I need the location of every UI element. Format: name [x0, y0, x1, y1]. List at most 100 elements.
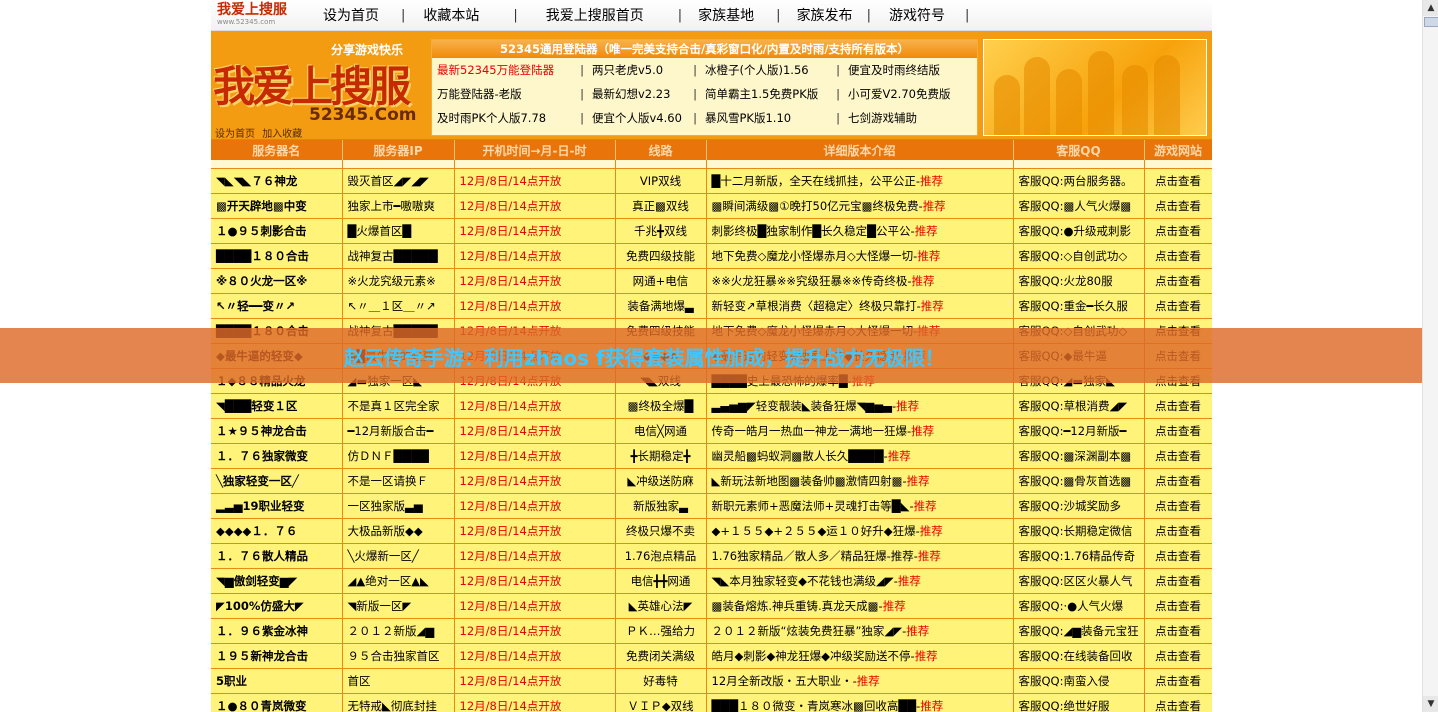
version-intro[interactable]: ◣新玩法新地图▩装备帅▩激情四射▩-推荐	[706, 468, 1014, 494]
version-intro[interactable]: █十二月新版，全天在线抓挂，公平公正-推荐	[706, 168, 1014, 194]
server-name[interactable]: ████１８０合击	[211, 243, 343, 269]
version-intro[interactable]: ▩装备熔炼.神兵重铸.真龙天成▩-推荐	[706, 593, 1014, 619]
server-name[interactable]: 5职业	[211, 668, 343, 694]
game-site-link[interactable]: 点击查看	[1144, 618, 1212, 644]
game-site-link[interactable]: 点击查看	[1144, 268, 1212, 294]
login-tool-link[interactable]: 便宜及时雨终结版	[843, 62, 940, 78]
server-name[interactable]: １★９５神龙合击	[211, 418, 343, 444]
server-name[interactable]: ※８０火龙一区※	[211, 268, 343, 294]
server-name[interactable]: ◥▆傲剑轻变▆◤	[211, 568, 343, 594]
scrollbar-thumb[interactable]	[1424, 17, 1438, 27]
version-intro[interactable]: ※※火龙狂暴※※究级狂暴※※传奇终极-推荐	[706, 268, 1014, 294]
version-intro[interactable]: ◥◣本月独家轻变◆不花钱也满级◢◤-推荐	[706, 568, 1014, 594]
version-intro[interactable]: ２０１２新版“炫装免费狂暴”独家◢◤-推荐	[706, 618, 1014, 644]
game-site-link[interactable]: 点击查看	[1144, 643, 1212, 669]
support-qq: 客服QQ:◢▆装备元宝狂	[1013, 618, 1145, 644]
scroll-down-arrow-icon[interactable]: ▼	[1423, 696, 1438, 712]
network-line: 网通+电信	[615, 268, 707, 294]
server-name[interactable]: １●８０青岚微变	[211, 693, 343, 712]
version-intro[interactable]: 皓月◆刺影◆神龙狂爆◆冲级奖励送不停-推荐	[706, 643, 1014, 669]
game-site-link[interactable]: 点击查看	[1144, 693, 1212, 712]
login-tool-link[interactable]: 简单霸主1.5免费PK版	[700, 86, 833, 102]
version-intro[interactable]: ▃▄▅▆◤轻变靓装◣装备狂爆◥▆▅▄-推荐	[706, 393, 1014, 419]
login-tool-link[interactable]: 两只老虎v5.0	[587, 62, 690, 78]
version-intro-text: ◣新玩法新地图▩装备帅▩激情四射▩-	[711, 474, 907, 488]
login-tool-link[interactable]: 最新52345万能登陆器	[432, 62, 577, 78]
game-site-link[interactable]: 点击查看	[1144, 418, 1212, 444]
support-qq: 客服QQ:◇自创武功◇	[1013, 243, 1145, 269]
nav-link-game-symbols[interactable]: 游戏符号	[889, 5, 945, 25]
game-site-link[interactable]: 点击查看	[1144, 243, 1212, 269]
version-intro[interactable]: 传奇一皓月一热血一神龙一满地一狂爆-推荐	[706, 418, 1014, 444]
site-logo-small[interactable]: 我爱上搜服 www.52345.com	[217, 2, 313, 28]
site-logo-large[interactable]: 分享游戏快乐 我爱上搜服 52345.Com 设为首页 加入收藏	[211, 33, 429, 140]
nav-link-family-publish[interactable]: 家族发布	[797, 5, 853, 25]
server-name[interactable]: ▂▃▅19职业轻变	[211, 493, 343, 519]
server-name[interactable]: ▩开天辟地▩中变	[211, 193, 343, 219]
banner-ad-image[interactable]	[983, 39, 1207, 136]
banner-link-add-bookmark[interactable]: 加入收藏	[262, 129, 302, 140]
game-site-link[interactable]: 点击查看	[1144, 443, 1212, 469]
game-site-link[interactable]: 点击查看	[1144, 218, 1212, 244]
version-intro[interactable]: 地下免费◇魔龙小怪爆赤月◇大怪爆一切-推荐	[706, 243, 1014, 269]
promo-overlay-link[interactable]: 赵云传奇手游：利用zhaos f获得套装属性加成，提升战力无极限！	[344, 342, 945, 371]
support-qq: 客服QQ:━12月新版━	[1013, 418, 1145, 444]
banner-link-set-homepage[interactable]: 设为首页	[215, 129, 255, 140]
login-tool-link[interactable]: 及时雨PK个人版7.78	[432, 110, 577, 126]
game-site-link[interactable]: 点击查看	[1144, 668, 1212, 694]
game-site-link[interactable]: 点击查看	[1144, 543, 1212, 569]
game-site-link[interactable]: 点击查看	[1144, 393, 1212, 419]
nav-link-family-base[interactable]: 家族基地	[698, 5, 754, 25]
server-name[interactable]: １．７６散人精品	[211, 543, 343, 569]
server-name[interactable]: １●９５刺影合击	[211, 218, 343, 244]
login-tool-link[interactable]: 暴风雪PK版1.10	[700, 110, 833, 126]
version-intro[interactable]: 幽灵船▩蚂蚁洞▩散人长久████-推荐	[706, 443, 1014, 469]
version-intro-text: 12月全新改版・五大职业・-	[711, 674, 857, 688]
server-name[interactable]: １９５新神龙合击	[211, 643, 343, 669]
game-site-link[interactable]: 点击查看	[1144, 468, 1212, 494]
server-name[interactable]: ◥◣◥◣７６神龙	[211, 168, 343, 194]
login-tool-link[interactable]: 小可爱V2.70免费版	[843, 86, 950, 102]
server-name[interactable]: ◆◆◆◆１．７６	[211, 518, 343, 544]
scroll-up-arrow-icon[interactable]: ▲	[1423, 0, 1438, 16]
game-site-link[interactable]: 点击查看	[1144, 293, 1212, 319]
table-row: ◥▆傲剑轻变▆◤ ◢▲绝对一区▲◣ 12月/8日/14点开放 电信╋╋网通 ◥◣本月独家…	[211, 568, 1212, 594]
login-tool-link[interactable]: 七剑游戏辅助	[843, 110, 917, 126]
version-intro[interactable]: 12月全新改版・五大职业・-推荐	[706, 668, 1014, 694]
server-name[interactable]: １．７６独家微变	[211, 443, 343, 469]
version-intro[interactable]: 新轻变↗草根消费〈超稳定〉终极只靠打-推荐	[706, 293, 1014, 319]
version-intro[interactable]: 新职元素师+恶魔法师+灵魂打击等█◣-推荐	[706, 493, 1014, 519]
version-intro-text: 皓月◆刺影◆神龙狂爆◆冲级奖励送不停-	[711, 649, 915, 663]
server-name[interactable]: ◥███轻变１区	[211, 393, 343, 419]
top-nav-bar: 我爱上搜服 www.52345.com 设为首页 | 收藏本站 | 我爱上搜服首…	[211, 0, 1212, 31]
login-tool-link[interactable]: 最新幻想v2.23	[587, 86, 690, 102]
version-intro[interactable]: ███１８０微变・青岚寒冰▩回收高██-推荐	[706, 693, 1014, 712]
nav-link-home[interactable]: 我爱上搜服首页	[546, 5, 644, 25]
server-name[interactable]: ╲独家轻变一区╱	[211, 468, 343, 494]
site-logo-url: www.52345.com	[217, 18, 276, 26]
version-intro[interactable]: ◆+１５５◆+２５５◆运１０好升◆狂爆-推荐	[706, 518, 1014, 544]
version-intro[interactable]: 1.76独家精品／散人多／精品狂爆-推荐-推荐	[706, 543, 1014, 569]
server-ip: 不是一区请换Ｆ	[342, 468, 455, 494]
game-site-link[interactable]: 点击查看	[1144, 193, 1212, 219]
crowd-silhouette	[1024, 57, 1050, 135]
network-line: 1.76泡点精品	[615, 543, 707, 569]
game-site-link[interactable]: 点击查看	[1144, 593, 1212, 619]
crowd-silhouette	[1088, 51, 1114, 135]
nav-link-set-homepage[interactable]: 设为首页	[323, 5, 379, 25]
server-name[interactable]: ◤100%仿盛大◤	[211, 593, 343, 619]
game-site-link[interactable]: 点击查看	[1144, 568, 1212, 594]
nav-link-bookmark[interactable]: 收藏本站	[423, 5, 479, 25]
server-name[interactable]: １．９６紫金冰神	[211, 618, 343, 644]
server-name[interactable]: ↖〃轻━━变〃↗	[211, 293, 343, 319]
game-site-link[interactable]: 点击查看	[1144, 518, 1212, 544]
login-tool-link[interactable]: 便宜个人版v4.60	[587, 110, 690, 126]
login-tool-link[interactable]: 万能登陆器-老版	[432, 86, 577, 102]
game-site-link[interactable]: 点击查看	[1144, 168, 1212, 194]
column-header: 服务器名	[211, 140, 343, 160]
vertical-scrollbar[interactable]: ▲ ▼	[1422, 0, 1438, 712]
game-site-link[interactable]: 点击查看	[1144, 493, 1212, 519]
version-intro[interactable]: 刺影终极█独家制作█长久稳定█公平公-推荐	[706, 218, 1014, 244]
login-tool-link[interactable]: 冰橙子(个人版)1.56	[700, 62, 833, 78]
version-intro[interactable]: ▩瞬间满级▩①晚打50亿元宝▩终极免费-推荐	[706, 193, 1014, 219]
